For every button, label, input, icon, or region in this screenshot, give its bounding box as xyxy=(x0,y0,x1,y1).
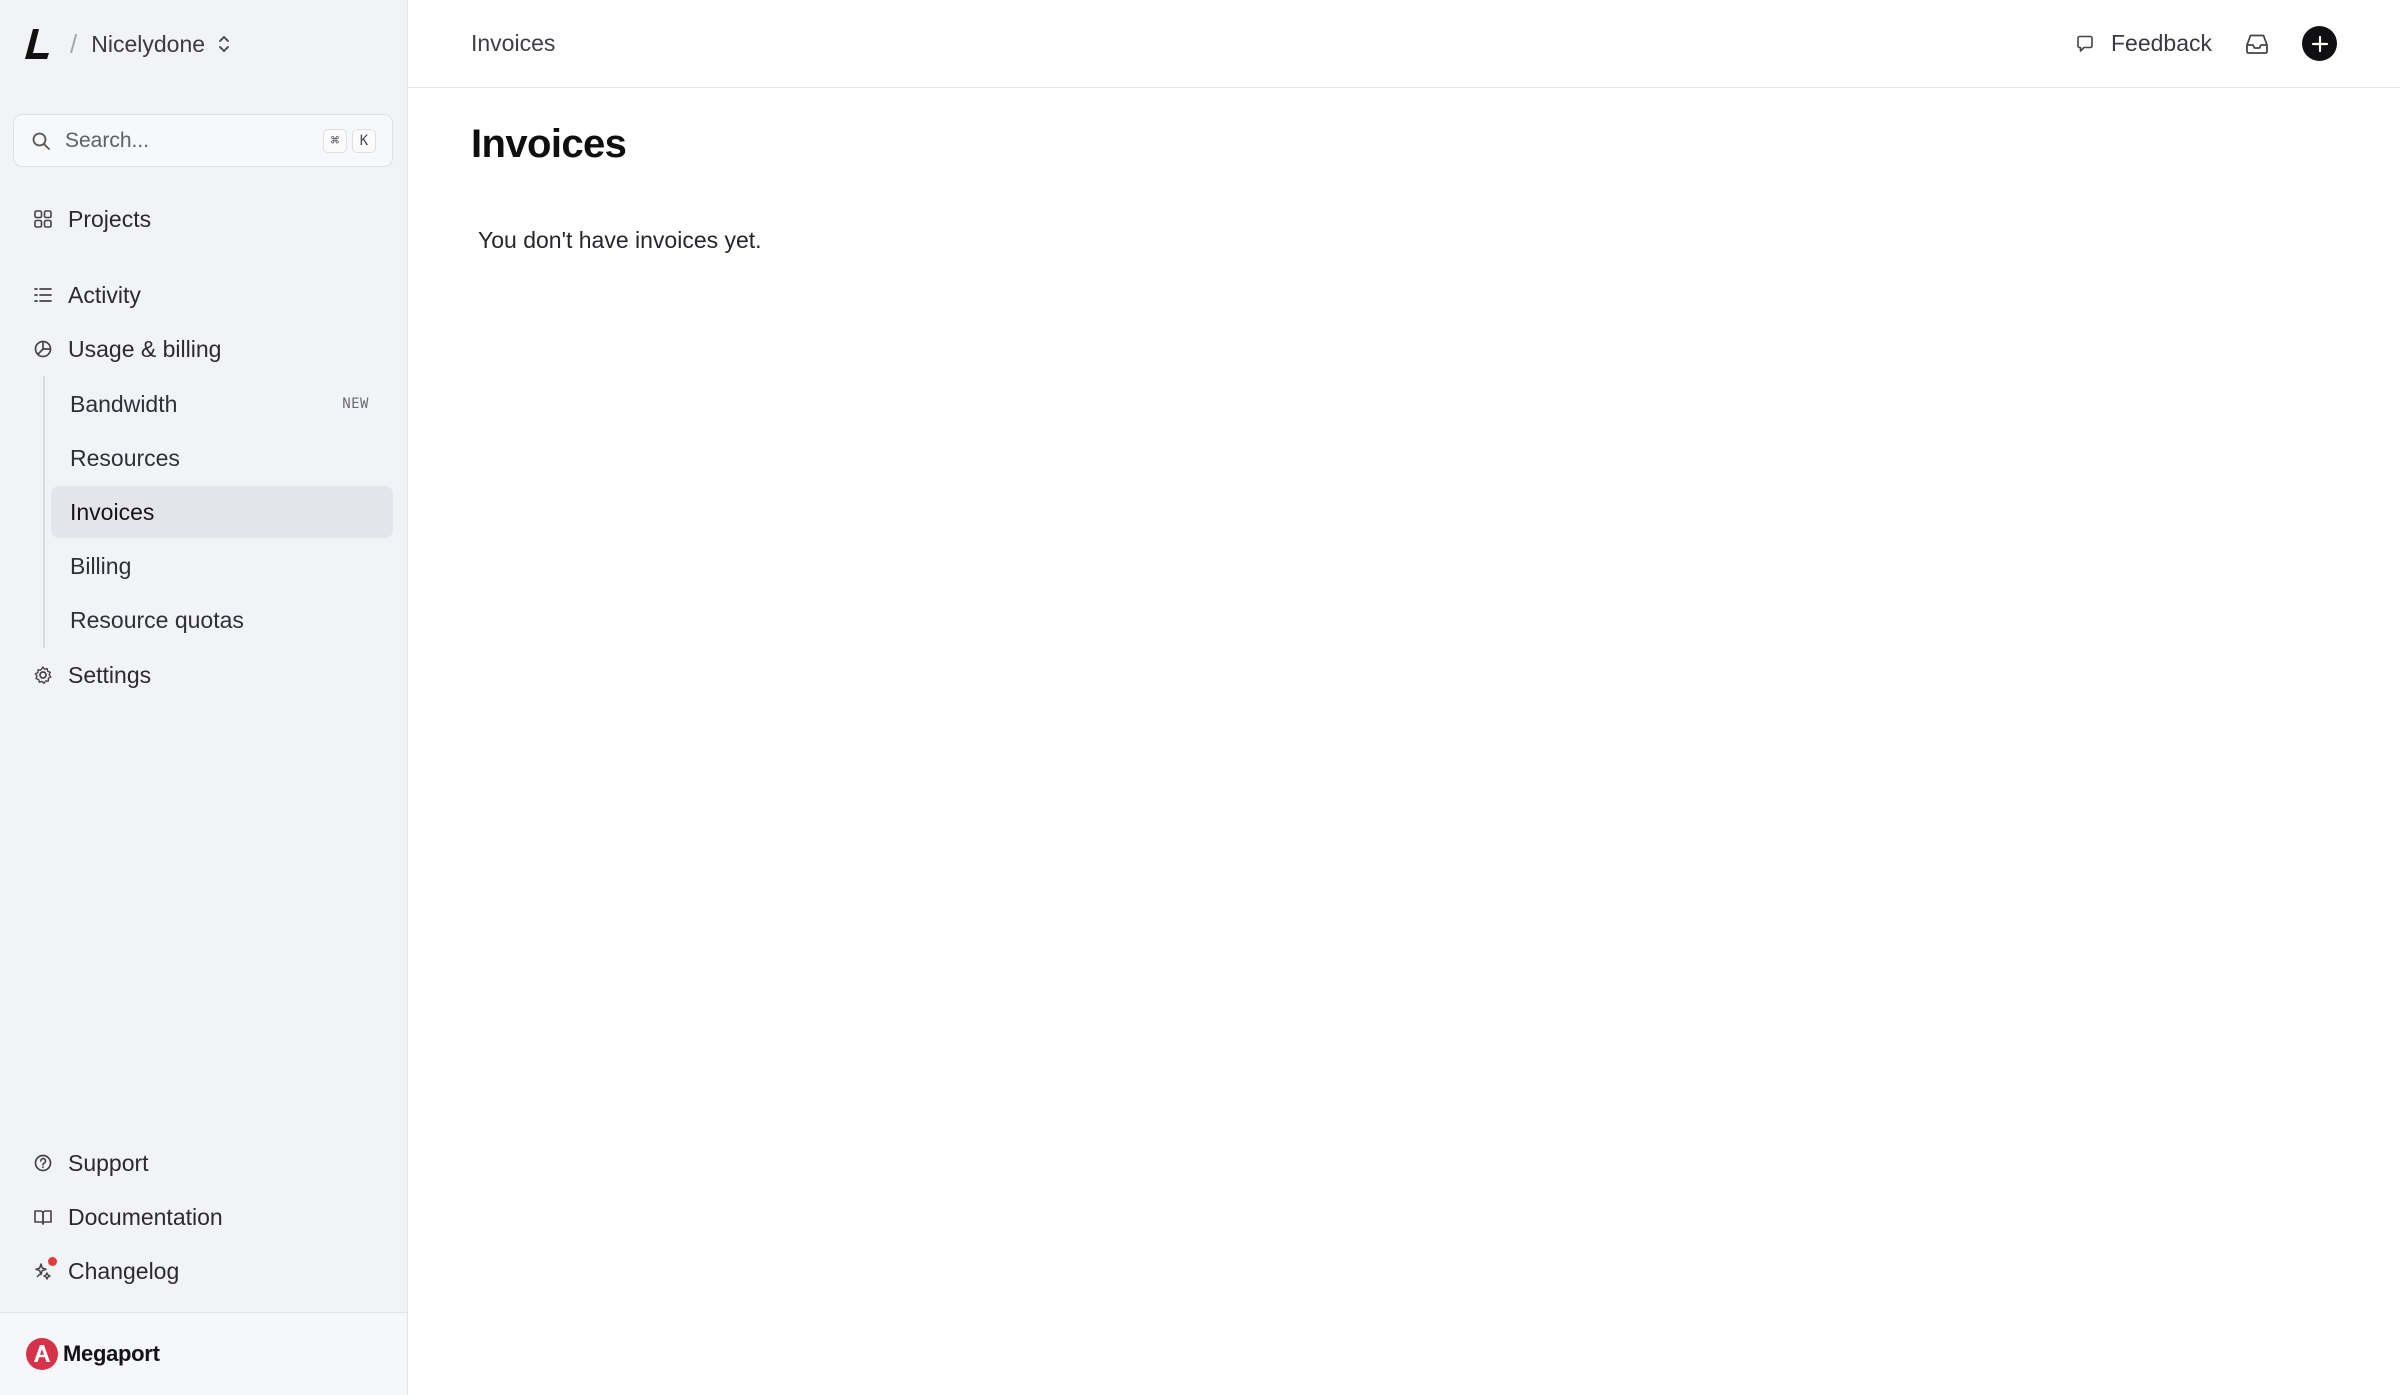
pie-chart-icon xyxy=(34,340,52,358)
topbar: Invoices Feedback xyxy=(408,0,2400,88)
inbox-icon[interactable] xyxy=(2244,31,2270,57)
new-badge: NEW xyxy=(342,396,369,412)
nav-item-label: Support xyxy=(68,1149,149,1176)
nav-item-activity[interactable]: Activity xyxy=(0,268,407,322)
nav-item-support[interactable]: Support xyxy=(0,1136,407,1190)
subnav-item-invoices[interactable]: Invoices xyxy=(51,486,393,538)
book-icon xyxy=(34,1210,52,1225)
subnav-item-bandwidth[interactable]: Bandwidth NEW xyxy=(51,378,393,430)
workspace-switcher[interactable]: / Nicelydone xyxy=(0,0,407,88)
nav-item-documentation[interactable]: Documentation xyxy=(0,1190,407,1244)
nav-item-changelog[interactable]: Changelog xyxy=(0,1244,407,1298)
subnav-item-label: Invoices xyxy=(70,498,155,525)
help-nav: Support Documentation Changelog xyxy=(0,1136,407,1298)
nav-item-settings[interactable]: Settings xyxy=(0,648,407,702)
plus-icon xyxy=(2311,35,2328,52)
feedback-button[interactable]: Feedback xyxy=(2075,30,2212,57)
main-panel: Invoices Feedback Invoices You don't hav… xyxy=(408,0,2400,1395)
search-input[interactable]: Search... ⌘ K xyxy=(13,114,393,167)
nav-item-label: Documentation xyxy=(68,1203,223,1230)
settings-nav: Settings xyxy=(0,648,407,702)
search-placeholder: Search... xyxy=(65,128,150,152)
billing-subnav: Bandwidth NEW Resources Invoices Billing… xyxy=(43,376,393,648)
chat-bubble-icon xyxy=(2077,35,2093,52)
nav-item-label: Changelog xyxy=(68,1257,180,1284)
account-nav: Activity Usage & billing xyxy=(0,268,407,376)
nav-item-label: Projects xyxy=(68,205,152,232)
primary-nav: Projects xyxy=(0,192,407,246)
subnav-item-label: Billing xyxy=(70,552,132,579)
app-root: / Nicelydone Search... ⌘ K Projects Acti… xyxy=(0,0,2400,1395)
page-title: Invoices xyxy=(471,122,627,166)
nav-item-projects[interactable]: Projects xyxy=(0,192,407,246)
nav-item-label: Activity xyxy=(68,281,141,308)
sidebar-footer: Megaport xyxy=(0,1312,407,1395)
nav-item-label: Settings xyxy=(68,661,152,688)
notification-dot xyxy=(48,1257,57,1266)
shortcut-cmd-key: ⌘ xyxy=(323,128,347,153)
feedback-label: Feedback xyxy=(2110,30,2212,56)
nav-item-usage-billing[interactable]: Usage & billing xyxy=(0,322,407,376)
megaport-logo-icon xyxy=(26,1338,58,1370)
chevron-up-down-icon xyxy=(219,36,230,52)
changelog-icon-wrap xyxy=(33,1257,57,1281)
subnav-item-label: Bandwidth xyxy=(70,390,178,417)
create-button[interactable] xyxy=(2302,26,2337,61)
subnav-item-label: Resource quotas xyxy=(70,606,244,633)
breadcrumb-separator: / xyxy=(70,28,78,59)
search-icon xyxy=(32,132,50,150)
gear-icon xyxy=(34,666,52,684)
empty-state-message: You don't have invoices yet. xyxy=(478,227,762,253)
invoices-content: Invoices You don't have invoices yet. xyxy=(408,88,2400,288)
shortcut-k-key: K xyxy=(352,128,376,153)
list-icon xyxy=(34,288,52,302)
subnav-item-label: Resources xyxy=(70,444,180,471)
sidebar: / Nicelydone Search... ⌘ K Projects Acti… xyxy=(0,0,408,1395)
subnav-item-resource-quotas[interactable]: Resource quotas xyxy=(51,594,393,646)
subnav-item-resources[interactable]: Resources xyxy=(51,432,393,484)
help-circle-icon xyxy=(34,1154,52,1172)
app-logo-icon xyxy=(25,29,49,59)
subnav-item-billing[interactable]: Billing xyxy=(51,540,393,592)
brand-name: Megaport xyxy=(63,1341,160,1366)
workspace-name: Nicelydone xyxy=(91,30,206,57)
grid-icon xyxy=(34,210,52,228)
breadcrumb: Invoices xyxy=(471,30,556,56)
nav-item-label: Usage & billing xyxy=(68,335,222,362)
